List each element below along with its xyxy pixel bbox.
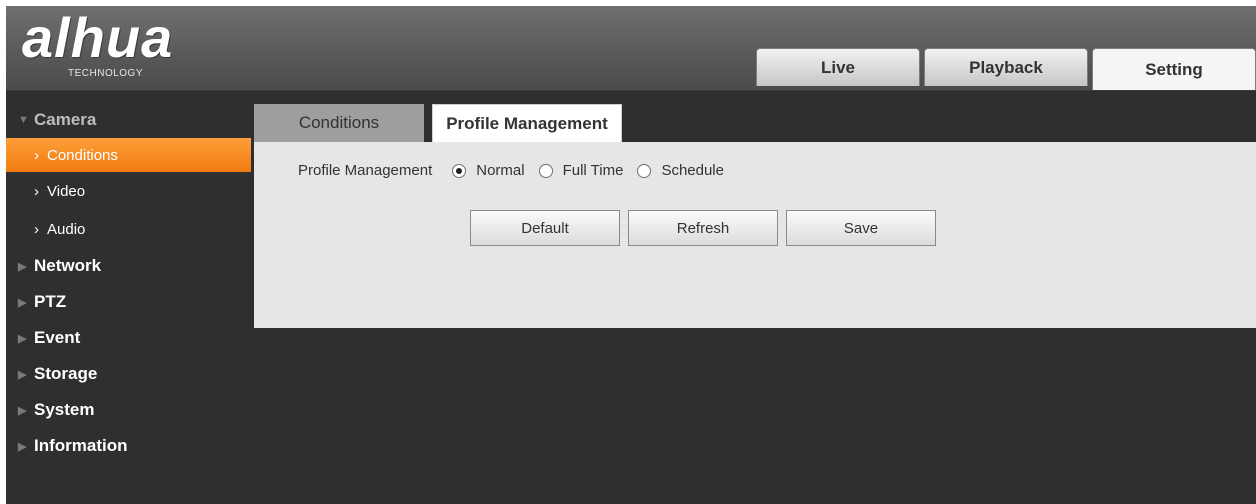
sidebar-item-audio[interactable]: › Audio bbox=[6, 210, 251, 248]
option-label-normal: Normal bbox=[476, 162, 525, 179]
sidebar-group-label: Information bbox=[34, 436, 128, 455]
save-button[interactable]: Save bbox=[786, 210, 936, 246]
chevron-right-icon: › bbox=[34, 182, 39, 200]
app-frame: alhua TECHNOLOGY Live Playback Setting ▼… bbox=[6, 6, 1256, 504]
caret-right-icon: ▶ bbox=[18, 260, 27, 273]
default-button[interactable]: Default bbox=[470, 210, 620, 246]
radio-full-time[interactable] bbox=[538, 163, 553, 178]
content-area: Conditions Profile Management Profile Ma… bbox=[254, 104, 1256, 328]
sidebar-group-label: Camera bbox=[34, 110, 97, 129]
sidebar-group-label: Network bbox=[34, 256, 102, 275]
sidebar-group-label: Storage bbox=[34, 364, 98, 383]
caret-right-icon: ▶ bbox=[18, 296, 27, 309]
sidebar-item-label: Conditions bbox=[47, 146, 118, 164]
caret-right-icon: ▶ bbox=[18, 404, 27, 417]
option-label-full-time: Full Time bbox=[562, 162, 624, 179]
sidebar-item-video[interactable]: › Video bbox=[6, 172, 251, 210]
tab-live[interactable]: Live bbox=[756, 48, 920, 86]
caret-right-icon: ▶ bbox=[18, 332, 27, 345]
sidebar-group-camera[interactable]: ▼ Camera bbox=[6, 102, 251, 138]
option-label-schedule: Schedule bbox=[661, 162, 724, 179]
brand-logo-subtitle: TECHNOLOGY bbox=[68, 68, 144, 79]
sub-tab-bar: Conditions Profile Management bbox=[254, 104, 1256, 142]
sidebar-group-network[interactable]: ▶ Network bbox=[6, 248, 251, 284]
caret-right-icon: ▶ bbox=[18, 440, 27, 453]
sidebar-group-system[interactable]: ▶ System bbox=[6, 392, 251, 428]
caret-right-icon: ▶ bbox=[18, 368, 27, 381]
sidebar-group-label: System bbox=[34, 400, 95, 419]
tab-conditions[interactable]: Conditions bbox=[254, 104, 424, 142]
refresh-button[interactable]: Refresh bbox=[628, 210, 778, 246]
sidebar-item-label: Audio bbox=[47, 220, 86, 238]
header-bar: alhua TECHNOLOGY Live Playback Setting bbox=[6, 6, 1256, 91]
tab-setting[interactable]: Setting bbox=[1092, 48, 1256, 90]
radio-schedule[interactable] bbox=[637, 163, 652, 178]
profile-management-row: Profile Management Normal Full Time Sche… bbox=[298, 162, 738, 179]
radio-normal[interactable] bbox=[452, 163, 467, 178]
sidebar-group-label: PTZ bbox=[34, 292, 67, 311]
sidebar-item-conditions[interactable]: › Conditions bbox=[6, 138, 251, 172]
sidebar-group-event[interactable]: ▶ Event bbox=[6, 320, 251, 356]
chevron-right-icon: › bbox=[34, 146, 39, 164]
sidebar: ▼ Camera › Conditions › Video › Audio ▶ … bbox=[6, 102, 251, 464]
action-buttons: Default Refresh Save bbox=[470, 210, 944, 246]
tab-profile-management[interactable]: Profile Management bbox=[432, 104, 622, 142]
sidebar-item-label: Video bbox=[47, 182, 86, 200]
sidebar-group-ptz[interactable]: ▶ PTZ bbox=[6, 284, 251, 320]
chevron-right-icon: › bbox=[34, 220, 39, 238]
tab-playback[interactable]: Playback bbox=[924, 48, 1088, 86]
radio-selected-dot bbox=[456, 167, 463, 174]
settings-panel: Profile Management Normal Full Time Sche… bbox=[254, 142, 1256, 328]
field-label: Profile Management bbox=[298, 162, 433, 179]
brand-logo: alhua bbox=[22, 6, 174, 69]
caret-down-icon: ▼ bbox=[18, 114, 29, 126]
sidebar-group-storage[interactable]: ▶ Storage bbox=[6, 356, 251, 392]
sidebar-group-label: Event bbox=[34, 328, 81, 347]
sidebar-group-information[interactable]: ▶ Information bbox=[6, 428, 251, 464]
